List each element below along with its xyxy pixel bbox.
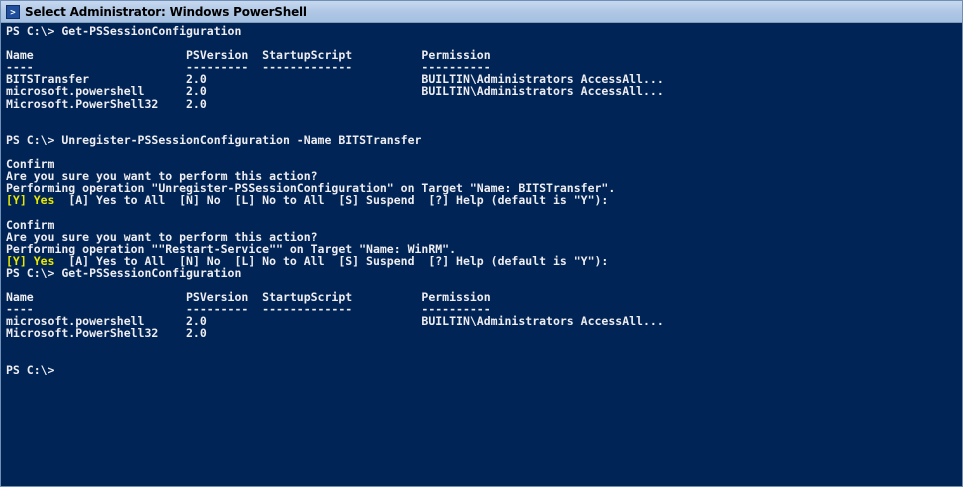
default-choice-highlight: [Y] Yes (6, 193, 55, 208)
console-line: Are you sure you want to perform this ac… (6, 229, 318, 244)
title-bar[interactable]: > Select Administrator: Windows PowerShe… (1, 1, 962, 23)
console-line: Microsoft.PowerShell32 2.0 (6, 326, 207, 341)
console-line: PS C:\> Get-PSSessionConfiguration (6, 25, 242, 38)
window-title: Select Administrator: Windows PowerShell (25, 4, 307, 19)
powershell-window: > Select Administrator: Windows PowerShe… (0, 0, 963, 487)
console-line: Microsoft.PowerShell32 2.0 (6, 96, 207, 111)
console-line: [Y] Yes [A] Yes to All [N] No [L] No to … (6, 193, 609, 208)
console-line: PS C:\> (6, 362, 55, 376)
console-line: PS C:\> Unregister-PSSessionConfiguratio… (6, 132, 422, 147)
console-line: microsoft.powershell 2.0 BUILTIN\Adminis… (6, 84, 664, 99)
powershell-icon: > (6, 4, 20, 19)
console-line: Performing operation ""Restart-Service""… (6, 241, 457, 256)
console-line: Confirm (6, 217, 55, 232)
console-scrollbar[interactable] (946, 23, 962, 486)
console-line: PS C:\> Get-PSSessionConfiguration (6, 265, 242, 280)
console-output[interactable]: PS C:\> Get-PSSessionConfiguration Name … (6, 25, 946, 376)
